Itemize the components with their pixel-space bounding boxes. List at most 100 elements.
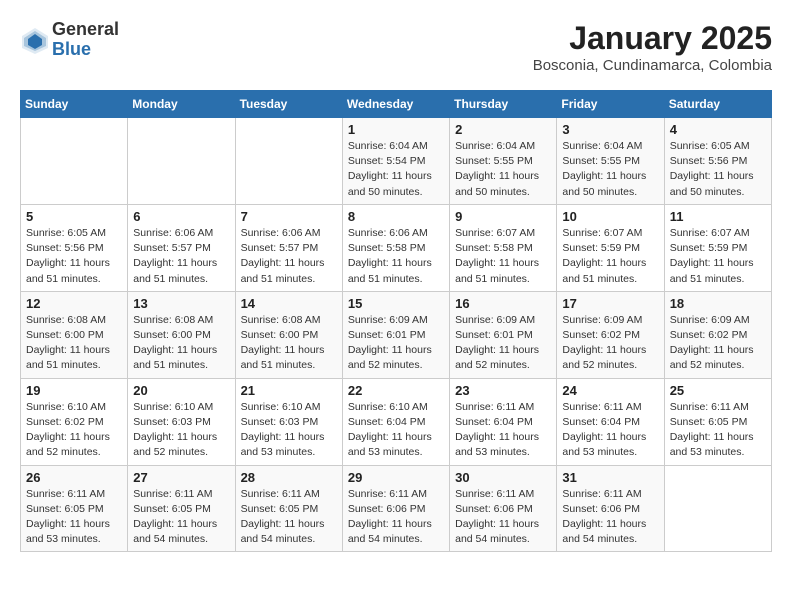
header-row: SundayMondayTuesdayWednesdayThursdayFrid… xyxy=(21,91,772,118)
day-number: 31 xyxy=(562,470,658,485)
day-number: 12 xyxy=(26,296,122,311)
page-header: General Blue January 2025 Bosconia, Cund… xyxy=(20,20,772,74)
day-info: Sunrise: 6:08 AM Sunset: 6:00 PM Dayligh… xyxy=(26,313,122,374)
header-day-sunday: Sunday xyxy=(21,91,128,118)
day-info: Sunrise: 6:09 AM Sunset: 6:01 PM Dayligh… xyxy=(348,313,444,374)
day-number: 21 xyxy=(241,383,337,398)
calendar-cell: 8 Sunrise: 6:06 AM Sunset: 5:58 PM Daylig… xyxy=(342,204,449,291)
calendar-cell: 27 Sunrise: 6:11 AM Sunset: 6:05 PM Dayli… xyxy=(128,465,235,552)
calendar-cell: 5 Sunrise: 6:05 AM Sunset: 5:56 PM Daylig… xyxy=(21,204,128,291)
calendar-cell: 17 Sunrise: 6:09 AM Sunset: 6:02 PM Dayli… xyxy=(557,291,664,378)
day-number: 18 xyxy=(670,296,766,311)
calendar-cell: 9Sunrise: 6:07 AM Sunset: 5:58 PM Daylig… xyxy=(450,204,557,291)
calendar-cell: 2 Sunrise: 6:04 AM Sunset: 5:55 PM Daylig… xyxy=(450,118,557,205)
day-info: Sunrise: 6:04 AM Sunset: 5:55 PM Dayligh… xyxy=(455,139,551,200)
day-info: Sunrise: 6:11 AM Sunset: 6:05 PM Dayligh… xyxy=(133,487,229,548)
day-number: 23 xyxy=(455,383,551,398)
calendar-cell: 20Sunrise: 6:10 AM Sunset: 6:03 PM Dayli… xyxy=(128,378,235,465)
calendar-cell: 3 Sunrise: 6:04 AM Sunset: 5:55 PM Daylig… xyxy=(557,118,664,205)
day-number: 24 xyxy=(562,383,658,398)
day-number: 15 xyxy=(348,296,444,311)
day-info: Sunrise: 6:05 AM Sunset: 5:56 PM Dayligh… xyxy=(670,139,766,200)
calendar-title: January 2025 xyxy=(533,20,772,57)
day-number: 27 xyxy=(133,470,229,485)
day-number: 19 xyxy=(26,383,122,398)
day-number: 22 xyxy=(348,383,444,398)
logo: General Blue xyxy=(20,20,119,60)
logo-general-text: General xyxy=(52,20,119,40)
week-row-2: 5 Sunrise: 6:05 AM Sunset: 5:56 PM Daylig… xyxy=(21,204,772,291)
week-row-4: 19 Sunrise: 6:10 AM Sunset: 6:02 PM Dayli… xyxy=(21,378,772,465)
day-number: 8 xyxy=(348,209,444,224)
day-number: 3 xyxy=(562,122,658,137)
day-info: Sunrise: 6:04 AM Sunset: 5:54 PM Dayligh… xyxy=(348,139,444,200)
logo-text: General Blue xyxy=(52,20,119,60)
day-number: 16 xyxy=(455,296,551,311)
day-number: 6 xyxy=(133,209,229,224)
calendar-cell: 25 Sunrise: 6:11 AM Sunset: 6:05 PM Dayli… xyxy=(664,378,771,465)
day-info: Sunrise: 6:04 AM Sunset: 5:55 PM Dayligh… xyxy=(562,139,658,200)
calendar-cell xyxy=(21,118,128,205)
day-info: Sunrise: 6:10 AM Sunset: 6:03 PM Dayligh… xyxy=(241,400,337,461)
calendar-cell: 10Sunrise: 6:07 AM Sunset: 5:59 PM Dayli… xyxy=(557,204,664,291)
logo-icon xyxy=(20,26,48,54)
day-info: Sunrise: 6:06 AM Sunset: 5:58 PM Dayligh… xyxy=(348,226,444,287)
header-day-wednesday: Wednesday xyxy=(342,91,449,118)
day-info: Sunrise: 6:11 AM Sunset: 6:04 PM Dayligh… xyxy=(562,400,658,461)
day-number: 7 xyxy=(241,209,337,224)
calendar-cell xyxy=(128,118,235,205)
calendar-cell: 30Sunrise: 6:11 AM Sunset: 6:06 PM Dayli… xyxy=(450,465,557,552)
day-info: Sunrise: 6:10 AM Sunset: 6:04 PM Dayligh… xyxy=(348,400,444,461)
calendar-cell: 12 Sunrise: 6:08 AM Sunset: 6:00 PM Dayli… xyxy=(21,291,128,378)
header-day-tuesday: Tuesday xyxy=(235,91,342,118)
day-number: 13 xyxy=(133,296,229,311)
day-info: Sunrise: 6:11 AM Sunset: 6:06 PM Dayligh… xyxy=(348,487,444,548)
day-number: 1 xyxy=(348,122,444,137)
day-info: Sunrise: 6:08 AM Sunset: 6:00 PM Dayligh… xyxy=(241,313,337,374)
calendar-cell: 13Sunrise: 6:08 AM Sunset: 6:00 PM Dayli… xyxy=(128,291,235,378)
calendar-cell: 18Sunrise: 6:09 AM Sunset: 6:02 PM Dayli… xyxy=(664,291,771,378)
day-number: 17 xyxy=(562,296,658,311)
day-info: Sunrise: 6:06 AM Sunset: 5:57 PM Dayligh… xyxy=(241,226,337,287)
day-info: Sunrise: 6:10 AM Sunset: 6:02 PM Dayligh… xyxy=(26,400,122,461)
header-day-friday: Friday xyxy=(557,91,664,118)
day-info: Sunrise: 6:09 AM Sunset: 6:02 PM Dayligh… xyxy=(562,313,658,374)
day-info: Sunrise: 6:11 AM Sunset: 6:04 PM Dayligh… xyxy=(455,400,551,461)
calendar-cell: 14Sunrise: 6:08 AM Sunset: 6:00 PM Dayli… xyxy=(235,291,342,378)
calendar-cell xyxy=(235,118,342,205)
day-info: Sunrise: 6:06 AM Sunset: 5:57 PM Dayligh… xyxy=(133,226,229,287)
day-number: 11 xyxy=(670,209,766,224)
calendar-cell: 31Sunrise: 6:11 AM Sunset: 6:06 PM Dayli… xyxy=(557,465,664,552)
day-info: Sunrise: 6:05 AM Sunset: 5:56 PM Dayligh… xyxy=(26,226,122,287)
day-info: Sunrise: 6:10 AM Sunset: 6:03 PM Dayligh… xyxy=(133,400,229,461)
calendar-cell: 26Sunrise: 6:11 AM Sunset: 6:05 PM Dayli… xyxy=(21,465,128,552)
header-day-thursday: Thursday xyxy=(450,91,557,118)
calendar-cell: 11 Sunrise: 6:07 AM Sunset: 5:59 PM Dayli… xyxy=(664,204,771,291)
calendar-cell: 19 Sunrise: 6:10 AM Sunset: 6:02 PM Dayli… xyxy=(21,378,128,465)
calendar-cell: 6 Sunrise: 6:06 AM Sunset: 5:57 PM Daylig… xyxy=(128,204,235,291)
week-row-3: 12 Sunrise: 6:08 AM Sunset: 6:00 PM Dayli… xyxy=(21,291,772,378)
day-info: Sunrise: 6:11 AM Sunset: 6:05 PM Dayligh… xyxy=(670,400,766,461)
calendar-cell: 16Sunrise: 6:09 AM Sunset: 6:01 PM Dayli… xyxy=(450,291,557,378)
calendar-cell: 24 Sunrise: 6:11 AM Sunset: 6:04 PM Dayli… xyxy=(557,378,664,465)
day-number: 9 xyxy=(455,209,551,224)
title-block: January 2025 Bosconia, Cundinamarca, Col… xyxy=(533,20,772,74)
calendar-cell: 22 Sunrise: 6:10 AM Sunset: 6:04 PM Dayli… xyxy=(342,378,449,465)
day-number: 2 xyxy=(455,122,551,137)
calendar-cell: 29 Sunrise: 6:11 AM Sunset: 6:06 PM Dayli… xyxy=(342,465,449,552)
day-info: Sunrise: 6:07 AM Sunset: 5:59 PM Dayligh… xyxy=(670,226,766,287)
week-row-1: 1 Sunrise: 6:04 AM Sunset: 5:54 PM Daylig… xyxy=(21,118,772,205)
day-number: 26 xyxy=(26,470,122,485)
day-number: 25 xyxy=(670,383,766,398)
day-number: 30 xyxy=(455,470,551,485)
calendar-cell: 15 Sunrise: 6:09 AM Sunset: 6:01 PM Dayli… xyxy=(342,291,449,378)
day-number: 28 xyxy=(241,470,337,485)
calendar-cell: 7 Sunrise: 6:06 AM Sunset: 5:57 PM Daylig… xyxy=(235,204,342,291)
day-number: 29 xyxy=(348,470,444,485)
calendar-cell: 1 Sunrise: 6:04 AM Sunset: 5:54 PM Daylig… xyxy=(342,118,449,205)
week-row-5: 26 Sunrise: 6:11 AM Sunset: 6:05 PM Dayli… xyxy=(21,465,772,552)
calendar-subtitle: Bosconia, Cundinamarca, Colombia xyxy=(533,57,772,74)
day-number: 5 xyxy=(26,209,122,224)
calendar-cell: 23 Sunrise: 6:11 AM Sunset: 6:04 PM Dayli… xyxy=(450,378,557,465)
header-day-saturday: Saturday xyxy=(664,91,771,118)
